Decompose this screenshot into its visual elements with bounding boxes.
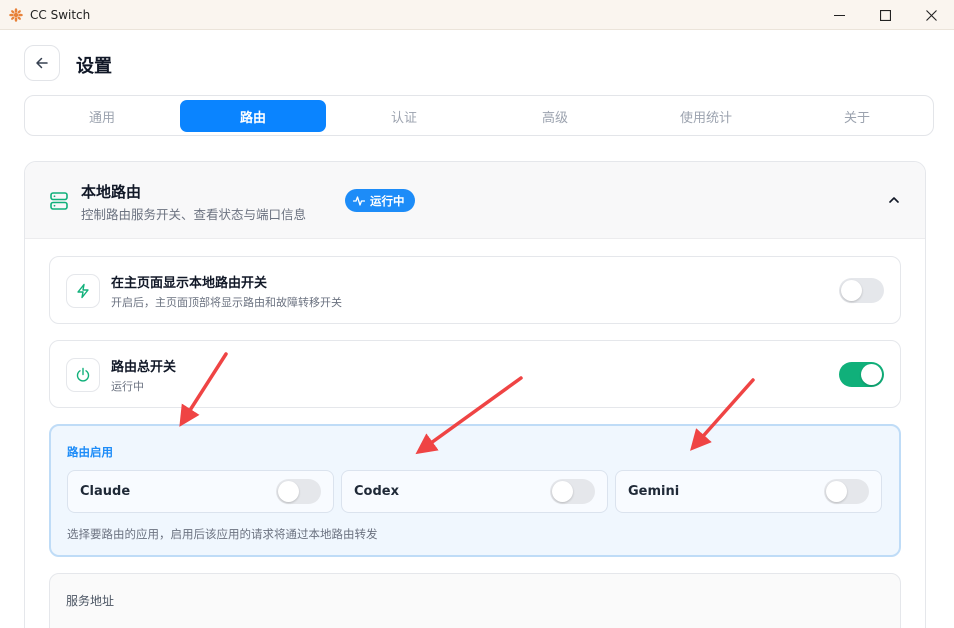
activity-icon: [353, 195, 365, 206]
chevron-up-icon[interactable]: [887, 193, 901, 207]
app-card-codex: Codex: [341, 470, 608, 513]
close-icon: [925, 9, 937, 21]
app-logo-icon: [9, 7, 23, 22]
section-title: 本地路由: [81, 183, 142, 201]
claude-switch[interactable]: [276, 479, 321, 504]
lightning-icon: [77, 283, 89, 299]
status-badge-label: 运行中: [370, 193, 405, 208]
minimize-button[interactable]: [816, 0, 862, 30]
routing-enable-panel: 路由启用 Claude Codex Gemini 选择要路由的应用，启用后该应用…: [49, 424, 901, 557]
routing-master-switch-row: 路由总开关 运行中: [49, 340, 901, 408]
server-icon: [50, 192, 68, 210]
codex-switch[interactable]: [550, 479, 595, 504]
app-name: Claude: [80, 484, 131, 499]
gemini-switch[interactable]: [824, 479, 869, 504]
tab-advanced[interactable]: 高级: [482, 100, 628, 132]
window-title: CC Switch: [30, 7, 91, 22]
row-icon-box: [66, 358, 100, 392]
service-address-label: 服务地址: [66, 594, 115, 608]
row-icon-box: [66, 274, 100, 308]
arrow-left-icon: [36, 57, 48, 69]
row-title: 在主页面显示本地路由开关: [111, 276, 268, 291]
tab-auth[interactable]: 认证: [331, 100, 477, 132]
row-title: 路由总开关: [111, 360, 177, 375]
section-subtitle: 控制路由服务开关、查看状态与端口信息: [81, 207, 307, 222]
local-routing-section: 本地路由 控制路由服务开关、查看状态与端口信息 运行中 在主页面显示本地路由开关…: [24, 161, 926, 628]
tab-general[interactable]: 通用: [29, 100, 175, 132]
status-badge: 运行中: [345, 189, 415, 212]
show-routing-toggle-row: 在主页面显示本地路由开关 开启后，主页面顶部将显示路由和故障转移开关: [49, 256, 901, 324]
tab-about[interactable]: 关于: [784, 100, 930, 132]
page-title: 设置: [76, 56, 112, 77]
show-routing-switch[interactable]: [839, 278, 884, 303]
tab-routing[interactable]: 路由: [180, 100, 326, 132]
routing-enable-label: 路由启用: [67, 445, 113, 459]
tab-usage-stats[interactable]: 使用统计: [633, 100, 779, 132]
maximize-button[interactable]: [862, 0, 908, 30]
back-button[interactable]: [24, 45, 60, 81]
row-subtitle: 运行中: [111, 380, 144, 393]
row-subtitle: 开启后，主页面顶部将显示路由和故障转移开关: [111, 296, 342, 309]
maximize-icon: [879, 9, 891, 21]
close-window-button[interactable]: [908, 0, 954, 30]
routing-hint: 选择要路由的应用，启用后该应用的请求将通过本地路由转发: [67, 527, 378, 541]
section-header[interactable]: 本地路由 控制路由服务开关、查看状态与端口信息 运行中: [25, 162, 925, 239]
app-name: Codex: [354, 484, 399, 499]
app-name: Gemini: [628, 484, 680, 499]
app-card-claude: Claude: [67, 470, 334, 513]
power-icon: [76, 367, 90, 382]
routing-master-switch[interactable]: [839, 362, 884, 387]
minimize-icon: [833, 14, 845, 16]
settings-tabs: 通用 路由 认证 高级 使用统计 关于: [24, 95, 934, 136]
title-bar: CC Switch: [0, 0, 954, 30]
service-address-card: 服务地址: [49, 573, 901, 628]
app-card-gemini: Gemini: [615, 470, 882, 513]
